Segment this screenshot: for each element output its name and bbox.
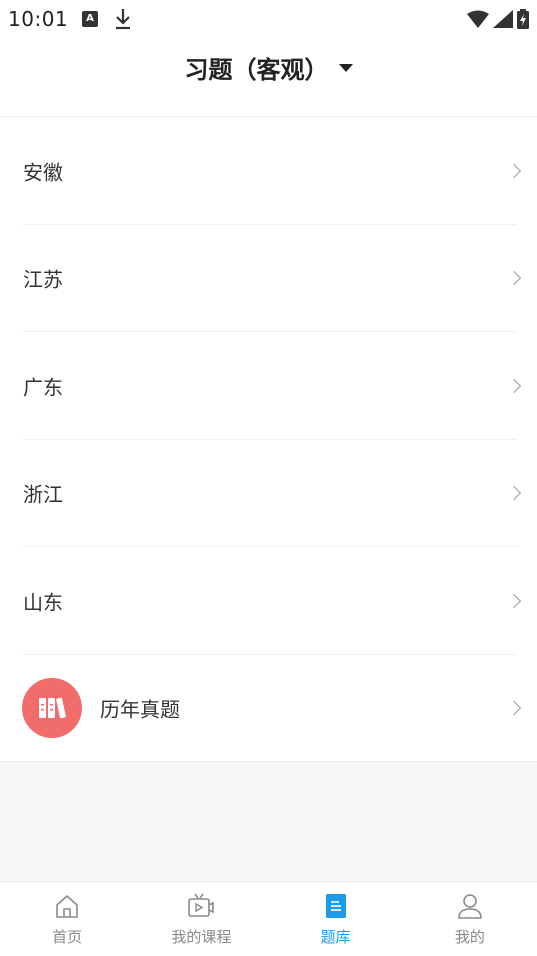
list-item-label: 浙江 bbox=[23, 482, 63, 507]
nav-item-question-bank[interactable]: 题库 bbox=[269, 882, 403, 956]
header-title-dropdown[interactable]: 习题（客观） bbox=[0, 50, 537, 85]
empty-area bbox=[0, 761, 537, 881]
list-item-anhui[interactable]: 安徽 bbox=[0, 117, 537, 225]
nav-label: 我的课程 bbox=[171, 928, 232, 946]
list-item-label: 安徽 bbox=[23, 160, 63, 185]
status-indicators bbox=[467, 8, 529, 30]
status-bar: 10:01 A bbox=[0, 0, 537, 38]
status-time: 10:01 bbox=[8, 7, 69, 31]
books-icon bbox=[22, 678, 82, 739]
wifi-icon bbox=[467, 10, 489, 28]
nav-item-my-courses[interactable]: 我的课程 bbox=[134, 882, 268, 956]
document-icon bbox=[325, 894, 346, 918]
chevron-right-icon bbox=[506, 378, 522, 393]
list-item-shandong[interactable]: 山东 bbox=[0, 547, 537, 655]
list-item-zhejiang[interactable]: 浙江 bbox=[0, 440, 537, 547]
caret-down-icon bbox=[338, 63, 353, 72]
download-icon bbox=[114, 8, 132, 30]
battery-icon bbox=[517, 9, 529, 29]
bottom-nav: 首页 我的课程 题库 我的 bbox=[0, 881, 537, 956]
list-item-guangdong[interactable]: 广东 bbox=[0, 332, 537, 440]
nav-item-me[interactable]: 我的 bbox=[403, 882, 537, 956]
chevron-right-icon bbox=[506, 163, 522, 178]
tv-icon bbox=[188, 893, 215, 917]
nav-item-home[interactable]: 首页 bbox=[0, 882, 134, 956]
chevron-right-icon bbox=[506, 701, 522, 716]
list-item-past-exams[interactable]: 历年真题 bbox=[0, 655, 537, 763]
keyboard-notification-icon: A bbox=[82, 11, 98, 27]
chevron-right-icon bbox=[506, 486, 522, 501]
user-icon bbox=[458, 894, 482, 919]
list-item-label: 江苏 bbox=[23, 267, 63, 292]
province-list: 安徽 江苏 广东 浙江 山东 历年真题 bbox=[0, 117, 537, 761]
list-item-label: 山东 bbox=[23, 590, 63, 615]
list-item-label: 广东 bbox=[23, 375, 63, 400]
signal-icon bbox=[493, 10, 513, 28]
chevron-right-icon bbox=[506, 593, 522, 608]
list-item-label: 历年真题 bbox=[100, 697, 180, 722]
page-title: 习题（客观） bbox=[184, 56, 329, 84]
header: 习题（客观） bbox=[0, 38, 537, 117]
nav-label: 题库 bbox=[320, 928, 351, 946]
chevron-right-icon bbox=[506, 271, 522, 286]
nav-label: 我的 bbox=[454, 928, 485, 946]
nav-label: 首页 bbox=[52, 928, 83, 946]
home-icon bbox=[56, 895, 78, 918]
list-item-jiangsu[interactable]: 江苏 bbox=[0, 225, 537, 332]
